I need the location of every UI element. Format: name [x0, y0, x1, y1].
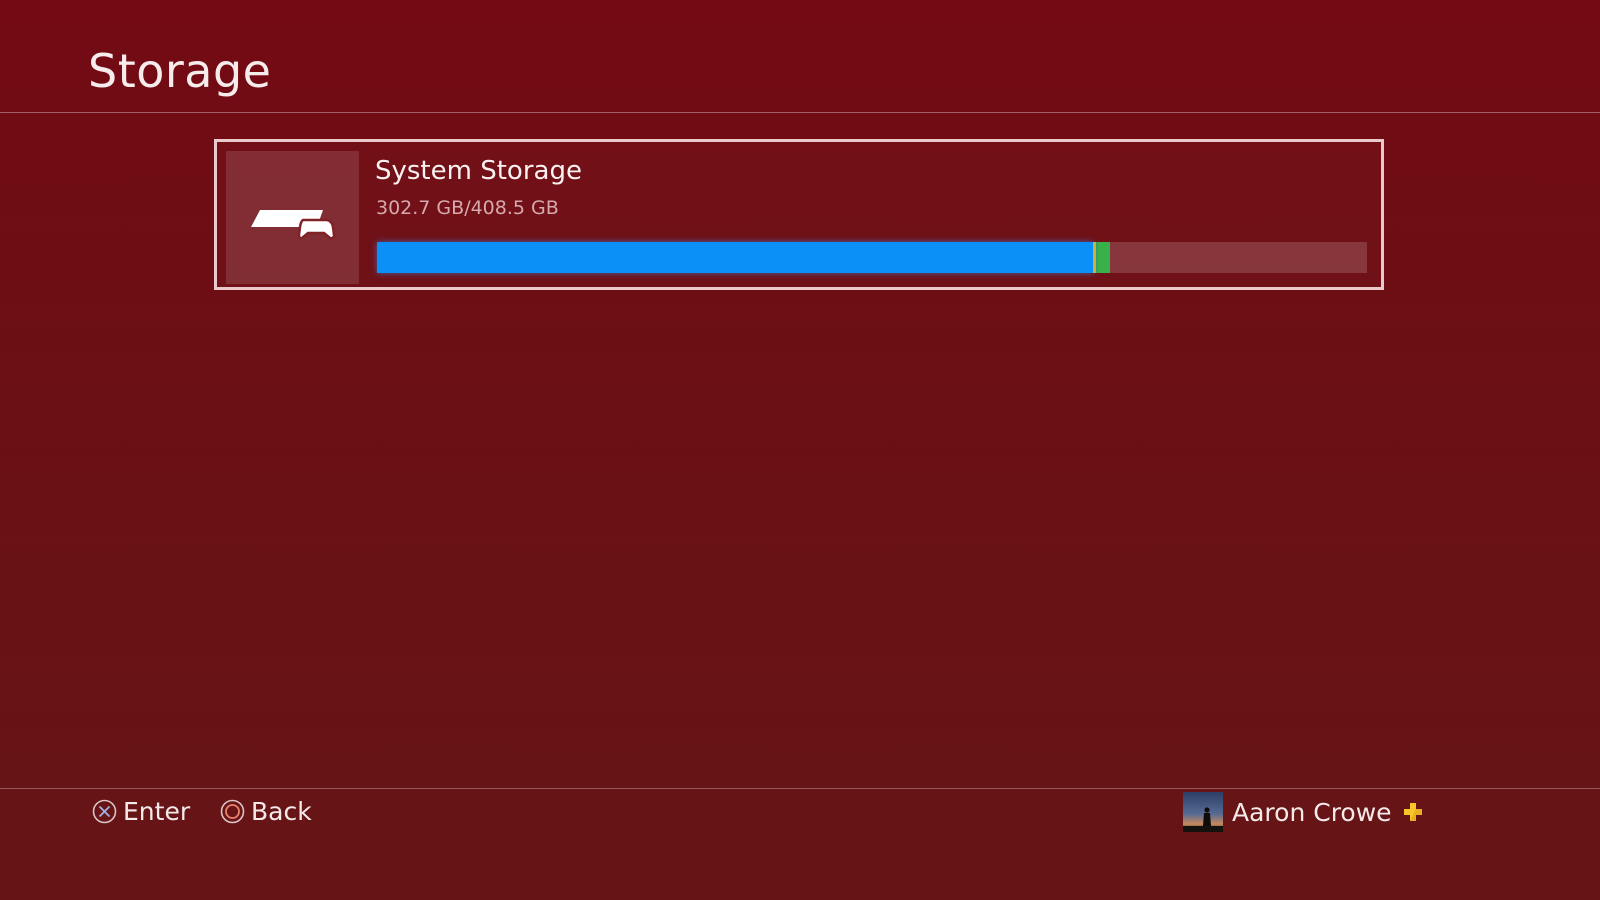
storage-tile — [226, 151, 359, 284]
avatar — [1183, 792, 1223, 832]
user-name: Aaron Crowe — [1232, 797, 1392, 827]
cross-button-icon — [92, 799, 117, 823]
enter-label: Enter — [123, 796, 191, 826]
circle-button-icon — [220, 799, 245, 823]
user-profile[interactable]: Aaron Crowe — [1183, 792, 1424, 832]
usage-segment-themes — [1098, 242, 1110, 273]
storage-name: System Storage — [375, 156, 582, 186]
system-storage-item[interactable]: System Storage 302.7 GB/408.5 GB — [214, 139, 1384, 290]
footer-divider — [0, 788, 1600, 789]
enter-hint[interactable]: Enter — [92, 796, 190, 826]
playstation-plus-icon — [1403, 803, 1422, 821]
storage-usage-bar — [377, 242, 1367, 273]
back-label: Back — [251, 796, 312, 826]
console-controller-icon — [251, 210, 336, 240]
storage-usage-text: 302.7 GB/408.5 GB — [376, 197, 559, 219]
back-hint[interactable]: Back — [220, 796, 312, 826]
header-divider — [0, 112, 1600, 113]
page-title: Storage — [88, 44, 272, 98]
usage-segment-applications — [377, 242, 1093, 273]
